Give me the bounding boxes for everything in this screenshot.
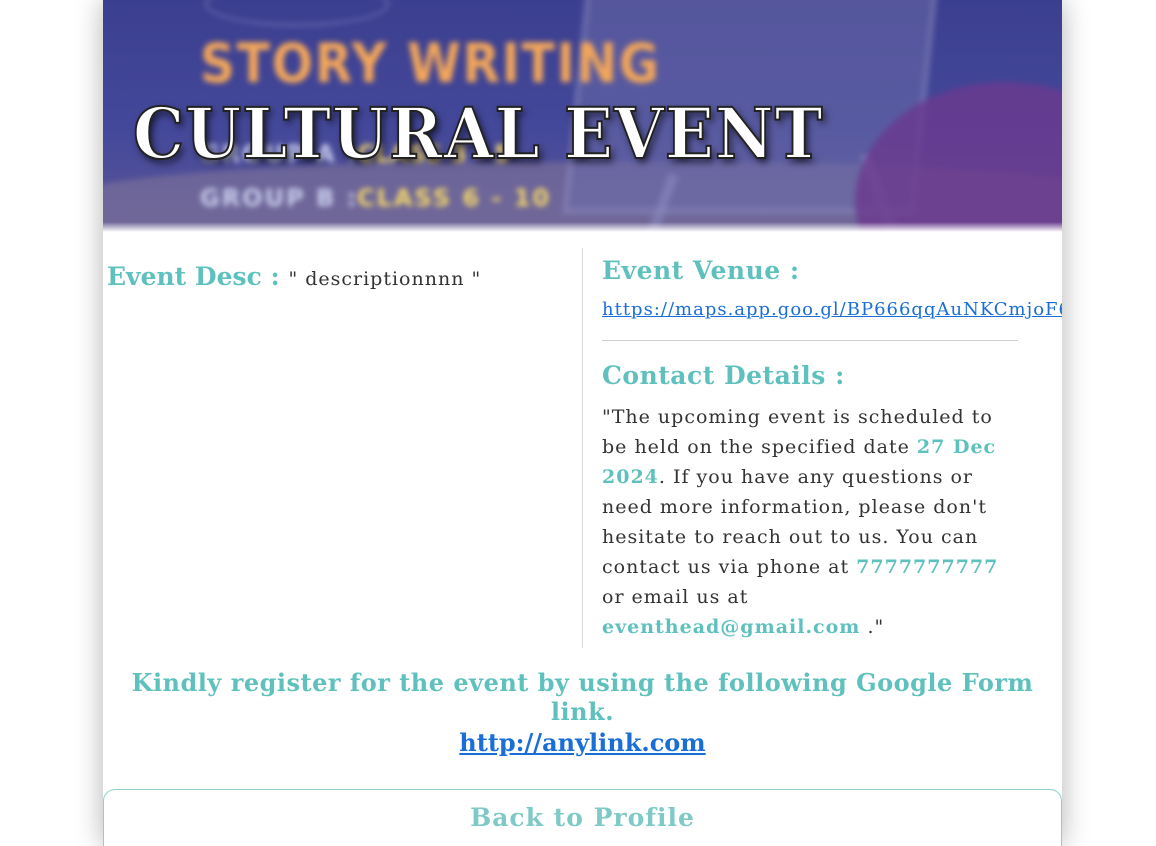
- column-divider: [582, 248, 583, 648]
- event-venue-label: Event Venue :: [602, 256, 800, 285]
- event-title: CULTURAL EVENT: [132, 91, 824, 176]
- contact-phone: 7777777777: [856, 556, 999, 578]
- banner-fade: [103, 222, 1062, 232]
- contact-email: eventhead@gmail.com: [602, 616, 861, 638]
- event-card: STORY WRITING GROUP A : CLASS 3 - 5 GROU…: [103, 0, 1062, 846]
- poster-group-b-value: CLASS 6 - 10: [357, 184, 552, 212]
- contact-details-text: "The upcoming event is scheduled to be h…: [602, 402, 1012, 642]
- registration-form-link[interactable]: http://anylink.com: [459, 728, 705, 757]
- event-desc-label: Event Desc :: [107, 262, 289, 291]
- event-description-section: Event Desc : " descriptionnnn ": [107, 262, 577, 291]
- back-to-profile-button[interactable]: Back to Profile: [103, 789, 1062, 846]
- poster-heading: STORY WRITING: [200, 32, 661, 95]
- section-divider: [602, 340, 1018, 341]
- registration-section: Kindly register for the event by using t…: [103, 668, 1062, 757]
- event-desc-value: " descriptionnnn ": [288, 268, 482, 290]
- event-details-section: Event Venue : https://maps.app.goo.gl/BP…: [602, 256, 1062, 642]
- poster-group-b-label: GROUP B :: [200, 184, 359, 212]
- registration-instructions: Kindly register for the event by using t…: [131, 668, 1034, 726]
- contact-details-label: Contact Details :: [602, 361, 845, 390]
- contact-text-part: or email us at: [602, 586, 749, 608]
- back-to-profile-label: Back to Profile: [470, 803, 695, 832]
- event-banner-image: STORY WRITING GROUP A : CLASS 3 - 5 GROU…: [103, 0, 1062, 232]
- contact-text-part: .": [860, 616, 885, 638]
- event-venue-link[interactable]: https://maps.app.goo.gl/BP666qqAuNKCmjoF…: [602, 299, 1062, 320]
- poster-swirl-decoration: [205, 0, 389, 26]
